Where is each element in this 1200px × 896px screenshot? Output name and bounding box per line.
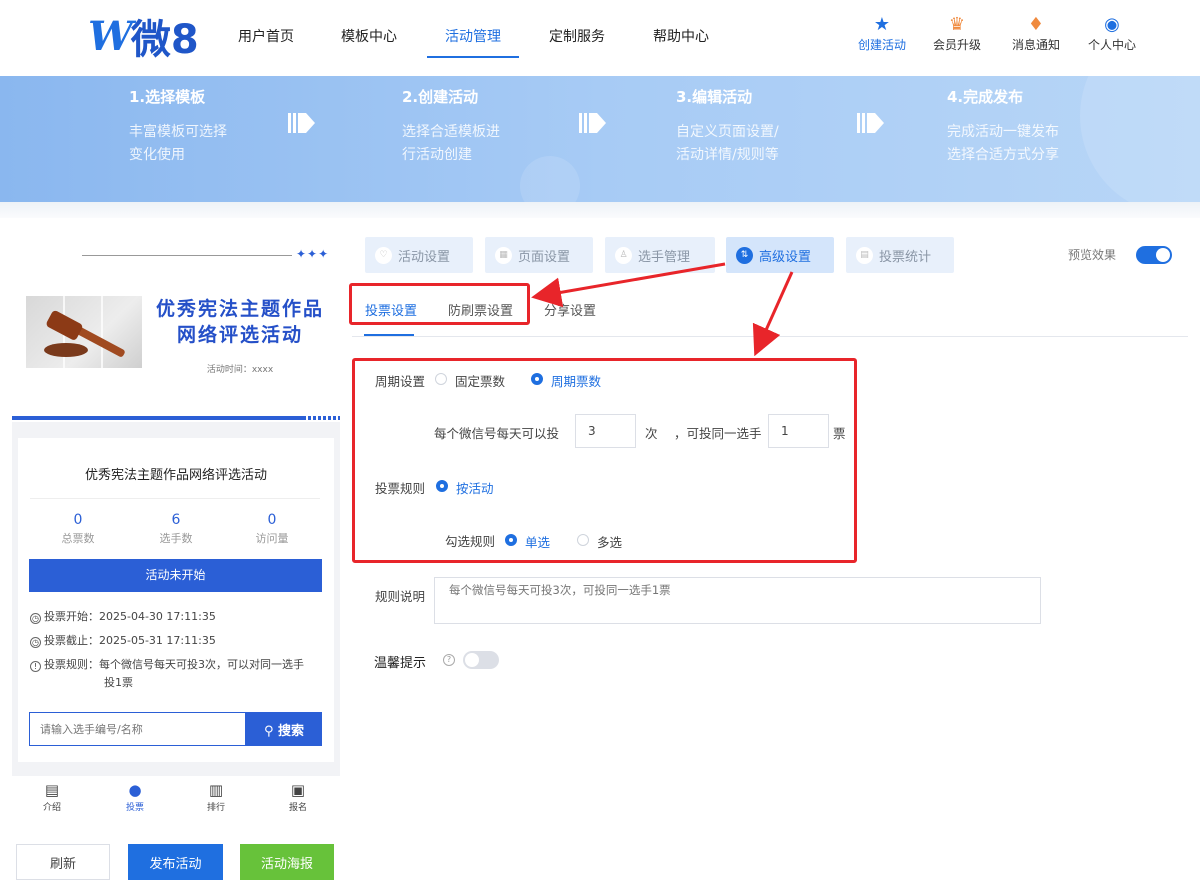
arrow-to-subtabs <box>531 262 726 308</box>
arrow-to-settings <box>752 271 794 357</box>
annotation-arrows <box>531 262 794 357</box>
